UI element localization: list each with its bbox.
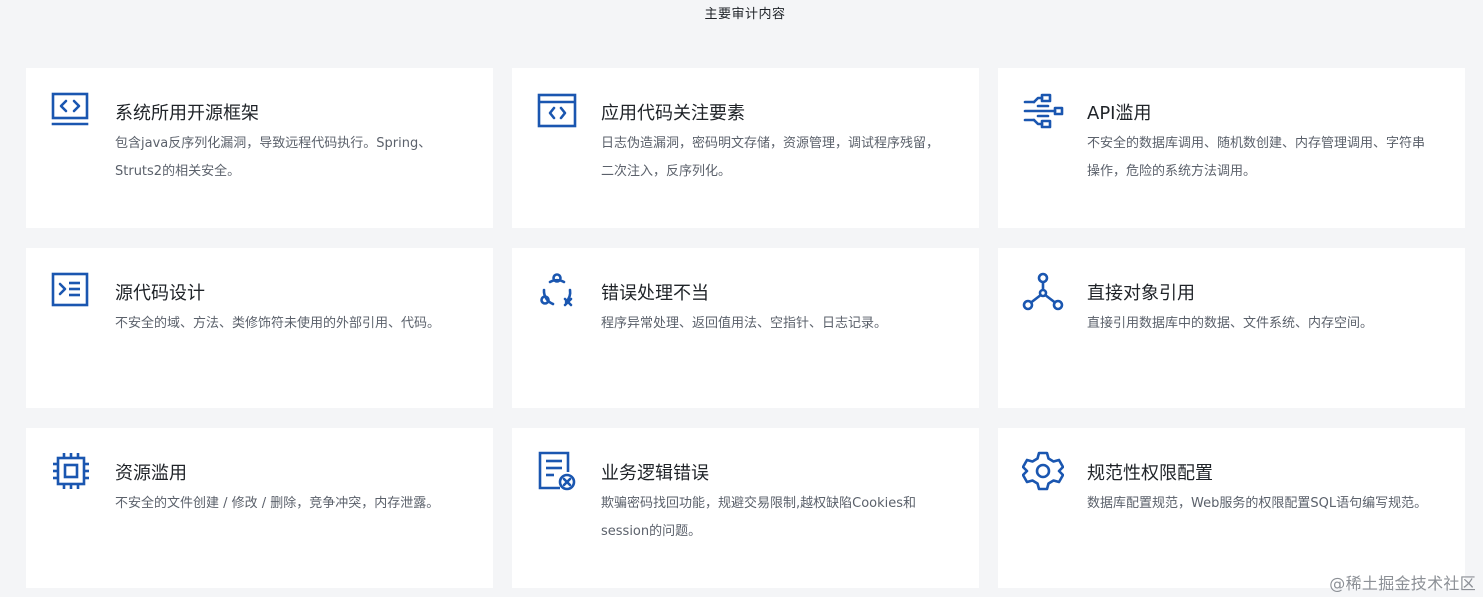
card-error-handling: 错误处理不当 程序异常处理、返回值用法、空指针、日志记录。 [512, 248, 979, 408]
error-cycle-icon [536, 270, 578, 312]
gear-icon [1022, 450, 1064, 492]
card-title: 源代码设计 [115, 283, 205, 304]
card-title: 应用代码关注要素 [601, 103, 745, 124]
card-open-source-framework: 系统所用开源框架 包含java反序列化漏洞，导致远程代码执行。Spring、St… [26, 68, 493, 228]
card-description: 不安全的域、方法、类修饰符未使用的外部引用、代码。 [115, 316, 441, 331]
card-description: 欺骗密码找回功能，规避交易限制,越权缺陷Cookies和session的问题。 [601, 496, 917, 539]
node-graph-icon [1022, 270, 1064, 312]
card-direct-object-reference: 直接对象引用 直接引用数据库中的数据、文件系统、内存空间。 [998, 248, 1465, 408]
document-error-icon [536, 450, 578, 492]
card-title: 规范性权限配置 [1087, 463, 1213, 484]
card-title: 错误处理不当 [601, 283, 709, 304]
code-window-icon [50, 90, 92, 132]
card-title: API滥用 [1087, 103, 1152, 124]
card-business-logic-error: 业务逻辑错误 欺骗密码找回功能，规避交易限制,越权缺陷Cookies和sessi… [512, 428, 979, 588]
card-title: 资源滥用 [115, 463, 187, 484]
card-title: 直接对象引用 [1087, 283, 1195, 304]
card-description: 直接引用数据库中的数据、文件系统、内存空间。 [1087, 316, 1374, 331]
card-permission-config: 规范性权限配置 数据库配置规范，Web服务的权限配置SQL语句编写规范。 [998, 428, 1465, 588]
card-resource-abuse: 资源滥用 不安全的文件创建 / 修改 / 删除，竞争冲突，内存泄露。 [26, 428, 493, 588]
card-description: 数据库配置规范，Web服务的权限配置SQL语句编写规范。 [1087, 496, 1428, 511]
card-source-code-design: 源代码设计 不安全的域、方法、类修饰符未使用的外部引用、代码。 [26, 248, 493, 408]
card-title: 业务逻辑错误 [601, 463, 709, 484]
chip-icon [50, 450, 92, 492]
card-description: 程序异常处理、返回值用法、空指针、日志记录。 [601, 316, 888, 331]
watermark: @稀土掘金技术社区 [1329, 574, 1476, 593]
card-description: 不安全的数据库调用、随机数创建、内存管理调用、字符串操作，危险的系统方法调用。 [1087, 136, 1426, 179]
card-api-abuse: API滥用 不安全的数据库调用、随机数创建、内存管理调用、字符串操作，危险的系统… [998, 68, 1465, 228]
terminal-list-icon [50, 270, 92, 312]
card-app-code-elements: 应用代码关注要素 日志伪造漏洞，密码明文存储，资源管理，调试程序残留，二次注入，… [512, 68, 979, 228]
api-network-icon [1022, 90, 1064, 132]
card-description: 不安全的文件创建 / 修改 / 删除，竞争冲突，内存泄露。 [115, 496, 440, 511]
page-title: 主要审计内容 [704, 7, 786, 22]
browser-code-icon [536, 90, 578, 132]
card-description: 日志伪造漏洞，密码明文存储，资源管理，调试程序残留，二次注入，反序列化。 [601, 136, 940, 179]
card-description: 包含java反序列化漏洞，导致远程代码执行。Spring、Struts2的相关安… [115, 136, 432, 179]
card-title: 系统所用开源框架 [115, 103, 259, 124]
